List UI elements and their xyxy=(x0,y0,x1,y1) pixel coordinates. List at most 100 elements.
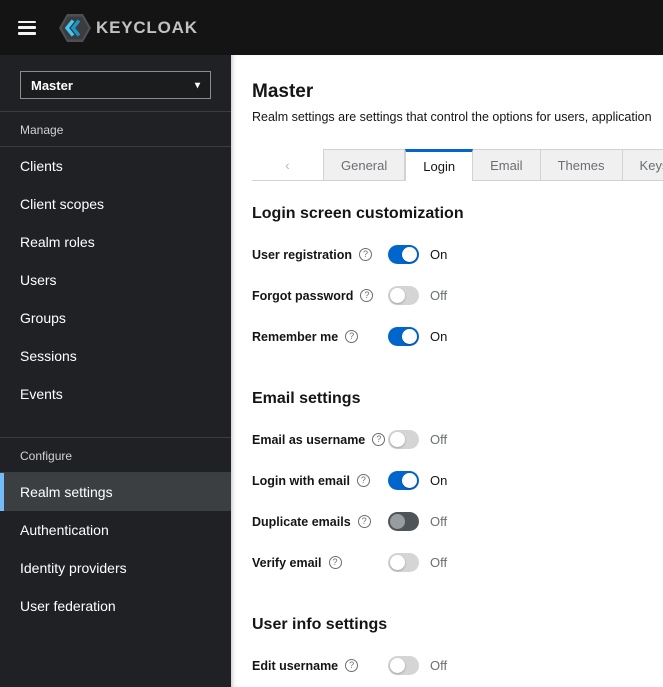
sidebar-item-authentication[interactable]: Authentication xyxy=(0,511,231,549)
brand[interactable]: KEYCLOAK xyxy=(58,13,198,43)
hamburger-icon[interactable] xyxy=(18,20,36,35)
setting-label-wrap: Email as username ? xyxy=(252,433,388,447)
toggle-switch[interactable] xyxy=(388,286,419,305)
sidebar: Master ▾ Manage Clients Client scopes Re… xyxy=(0,55,231,687)
setting-label: Edit username xyxy=(252,658,339,673)
help-icon[interactable]: ? xyxy=(372,433,386,446)
setting-label-wrap: Edit username ? xyxy=(252,659,388,673)
setting-label-wrap: Login with email ? xyxy=(252,474,388,488)
setting-row-email-as-username: Email as username ? Off xyxy=(252,430,663,449)
toggle-knob xyxy=(390,658,405,673)
help-icon[interactable]: ? xyxy=(357,515,371,528)
page-title: Master xyxy=(252,81,314,102)
keycloak-logo-icon xyxy=(59,13,91,42)
sidebar-item-label: Identity providers xyxy=(20,560,127,576)
section-heading: Email settings xyxy=(252,390,361,407)
page-description: Realm settings are settings that control… xyxy=(252,110,652,124)
help-icon[interactable]: ? xyxy=(359,248,373,261)
section-email-settings: Email settings Email as username ? Off L… xyxy=(252,390,663,572)
sidebar-item-label: Realm roles xyxy=(20,234,95,250)
setting-label: Remember me xyxy=(252,329,339,344)
toggle-switch xyxy=(388,512,419,531)
nav-list-configure: Realm settings Authentication Identity p… xyxy=(0,472,231,625)
sidebar-item-clients[interactable]: Clients xyxy=(0,147,231,185)
nav-section-title: Configure xyxy=(20,449,73,463)
tab-label: Themes xyxy=(557,157,605,173)
tab-login[interactable]: Login xyxy=(405,149,474,181)
rows-email-settings: Email as username ? Off Login with email… xyxy=(252,430,663,572)
toggle-state-label: Off xyxy=(430,555,448,570)
toggle-switch[interactable] xyxy=(388,327,419,346)
chevron-left-icon: ‹ xyxy=(252,149,323,181)
toggle-switch[interactable] xyxy=(388,245,419,264)
caret-down-icon: ▾ xyxy=(194,79,200,91)
realm-selector-value: Master xyxy=(31,77,73,93)
sidebar-item-identity-providers[interactable]: Identity providers xyxy=(0,549,231,587)
help-icon[interactable]: ? xyxy=(356,474,370,487)
help-icon[interactable]: ? xyxy=(328,556,342,569)
section-user-info-settings: User info settings Edit username ? Off xyxy=(252,616,663,675)
setting-row-user-registration: User registration ? On xyxy=(252,245,663,264)
toggle-knob xyxy=(390,432,405,447)
setting-row-verify-email: Verify email ? Off xyxy=(252,553,663,572)
setting-row-login-with-email: Login with email ? On xyxy=(252,471,663,490)
sidebar-item-sessions[interactable]: Sessions xyxy=(0,337,231,375)
sidebar-item-label: Client scopes xyxy=(20,196,105,212)
tab-email[interactable]: Email xyxy=(473,149,541,181)
tab-keys[interactable]: Keys xyxy=(622,149,663,181)
sidebar-item-label: Groups xyxy=(20,310,66,326)
nav-list-manage: Clients Client scopes Realm roles Users … xyxy=(0,146,231,413)
sidebar-item-users[interactable]: Users xyxy=(0,261,231,299)
setting-row-forgot-password: Forgot password ? Off xyxy=(252,286,663,305)
setting-row-edit-username: Edit username ? Off xyxy=(252,656,663,675)
toggle-switch[interactable] xyxy=(388,656,419,675)
sidebar-item-events[interactable]: Events xyxy=(0,375,231,413)
sidebar-item-realm-settings[interactable]: Realm settings xyxy=(0,473,231,511)
help-icon[interactable]: ? xyxy=(360,289,374,302)
toggle-state-label: On xyxy=(430,247,448,262)
sidebar-item-client-scopes[interactable]: Client scopes xyxy=(0,185,231,223)
realm-selector[interactable]: Master ▾ xyxy=(20,71,211,99)
toggle-state-label: Off xyxy=(430,658,448,673)
setting-label-wrap: Verify email ? xyxy=(252,556,388,570)
tab-label: General xyxy=(341,157,388,173)
toggle-state-label: Off xyxy=(430,514,448,529)
setting-label: Verify email xyxy=(252,555,322,570)
setting-label: Forgot password xyxy=(252,288,354,303)
help-icon[interactable]: ? xyxy=(345,659,359,672)
nav-section-manage: Manage Clients Client scopes Realm roles… xyxy=(0,111,231,413)
tab-bar: ‹ General Login Email Themes Key xyxy=(252,149,663,181)
setting-row-remember-me: Remember me ? On xyxy=(252,327,663,346)
sidebar-item-label: User federation xyxy=(20,598,116,614)
sidebar-item-label: Users xyxy=(20,272,57,288)
toggle-state-label: On xyxy=(430,473,448,488)
toggle-knob xyxy=(390,288,405,303)
toggle-state-label: Off xyxy=(430,432,448,447)
nav-section-configure: Configure Realm settings Authentication … xyxy=(0,437,231,625)
setting-label-wrap: Forgot password ? xyxy=(252,289,388,303)
sidebar-item-label: Clients xyxy=(20,158,63,174)
sidebar-item-label: Authentication xyxy=(20,522,109,538)
sidebar-item-label: Events xyxy=(20,386,63,402)
toggle-knob xyxy=(402,329,417,344)
sidebar-item-realm-roles[interactable]: Realm roles xyxy=(0,223,231,261)
sidebar-item-user-federation[interactable]: User federation xyxy=(0,587,231,625)
section-heading: User info settings xyxy=(252,616,388,633)
toggle-switch[interactable] xyxy=(388,553,419,572)
sidebar-item-groups[interactable]: Groups xyxy=(0,299,231,337)
tab-general[interactable]: General xyxy=(323,149,406,181)
section-heading: Login screen customization xyxy=(252,205,464,222)
toggle-state-label: On xyxy=(430,329,448,344)
tab-themes[interactable]: Themes xyxy=(540,149,623,181)
toggle-switch[interactable] xyxy=(388,471,419,490)
setting-label: User registration xyxy=(252,247,353,262)
toggle-knob xyxy=(402,473,417,488)
brand-text: KEYCLOAK xyxy=(96,17,198,37)
nav-section-title: Manage xyxy=(20,123,64,137)
masthead: KEYCLOAK xyxy=(0,0,663,55)
section-login-screen-customization: Login screen customization User registra… xyxy=(252,205,663,346)
help-icon[interactable]: ? xyxy=(345,330,359,343)
setting-label: Duplicate emails xyxy=(252,514,351,529)
setting-row-duplicate-emails: Duplicate emails ? Off xyxy=(252,512,663,531)
toggle-switch[interactable] xyxy=(388,430,419,449)
